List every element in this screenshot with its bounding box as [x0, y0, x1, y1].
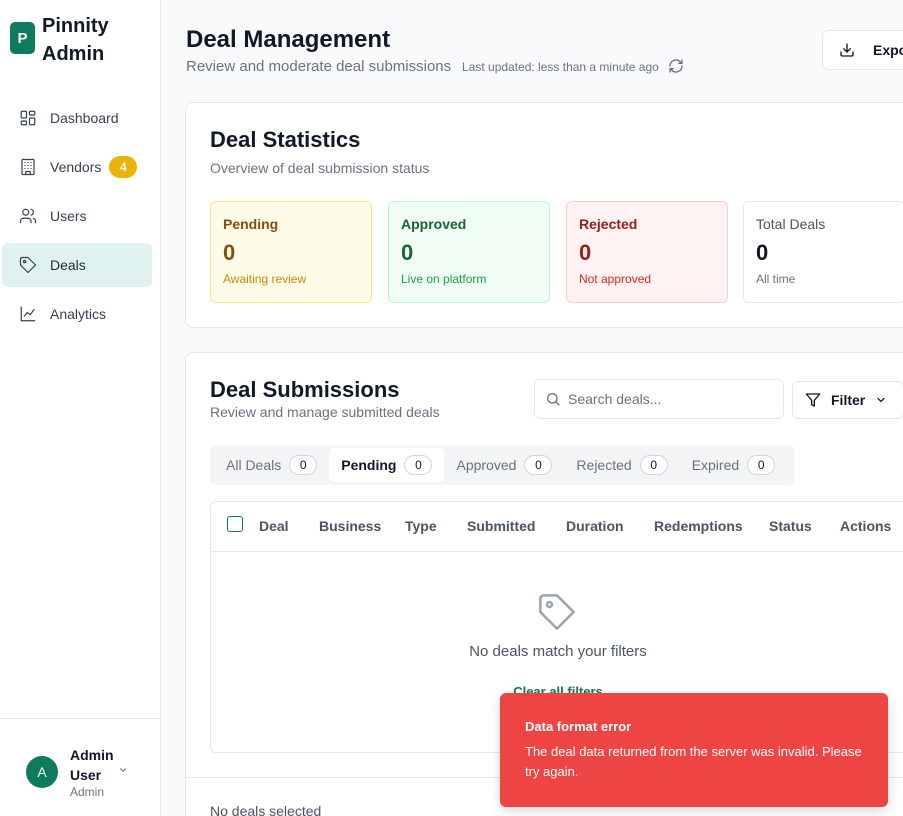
brand-name: Pinnity Admin — [42, 15, 109, 65]
tab-label: Approved — [456, 457, 517, 473]
column-header-type[interactable]: Type — [405, 518, 437, 534]
toast-title: Data format error — [525, 719, 632, 734]
users-icon — [18, 206, 38, 226]
stats-title: Deal Statistics — [210, 127, 361, 152]
tab-approved[interactable]: Approved 0 — [444, 448, 564, 482]
tag-icon — [539, 594, 575, 630]
tab-count: 0 — [524, 455, 553, 475]
submissions-title: Deal Submissions — [210, 377, 400, 402]
stat-total: Total Deals 0 All time — [743, 201, 903, 303]
sidebar-item-vendors[interactable]: Vendors 4 — [2, 145, 152, 189]
search-box[interactable] — [534, 379, 784, 419]
sidebar-item-users[interactable]: Users — [2, 194, 152, 238]
column-header-actions: Actions — [840, 518, 892, 534]
tab-count: 0 — [639, 455, 668, 475]
tab-label: Expired — [691, 457, 740, 473]
stat-label: Rejected — [579, 216, 638, 232]
stat-label: Total Deals — [756, 216, 826, 232]
table-header: Deal Business Type Submitted Duration Re… — [211, 502, 903, 552]
column-header-business[interactable]: Business — [319, 518, 381, 534]
tab-expired[interactable]: Expired 0 — [680, 448, 787, 482]
tab-label: Pending — [341, 457, 397, 473]
stat-desc: Live on platform — [401, 272, 487, 286]
tab-count: 0 — [289, 455, 318, 475]
column-header-submitted[interactable]: Submitted — [467, 518, 535, 534]
sidebar-item-analytics[interactable]: Analytics — [2, 292, 152, 336]
stat-desc: All time — [756, 272, 796, 286]
user-role: Admin — [70, 785, 105, 799]
user-name: Admin User — [70, 747, 114, 783]
page-title: Deal Management — [186, 26, 391, 53]
column-header-redemptions[interactable]: Redemptions — [654, 518, 743, 534]
stat-rejected: Rejected 0 Not approved — [566, 201, 728, 303]
stat-desc: Awaiting review — [223, 272, 307, 286]
sidebar-item-label: Analytics — [50, 306, 107, 322]
download-icon — [840, 43, 854, 57]
tab-count: 0 — [747, 455, 776, 475]
vendors-count-badge: 4 — [109, 156, 138, 178]
column-header-duration[interactable]: Duration — [566, 518, 624, 534]
tab-label: All Deals — [226, 457, 282, 473]
tag-icon — [18, 255, 38, 275]
filter-icon — [805, 393, 821, 407]
stat-pending: Pending 0 Awaiting review — [210, 201, 372, 303]
search-icon — [547, 393, 560, 406]
page-subtitle: Review and moderate deal submissions — [186, 58, 452, 75]
sidebar-item-dashboard[interactable]: Dashboard — [2, 96, 152, 140]
sidebar: P Pinnity Admin Dashboard Vendors 4 User… — [0, 0, 161, 816]
error-toast[interactable]: Data format error The deal data returned… — [500, 693, 888, 807]
stat-value: 0 — [579, 240, 592, 265]
sidebar-item-label: Vendors — [50, 159, 102, 175]
filter-button[interactable]: Filter — [792, 381, 903, 419]
brand[interactable]: P Pinnity Admin — [10, 12, 132, 68]
tab-all-deals[interactable]: All Deals 0 — [214, 448, 329, 482]
last-updated-text: Last updated: less than a minute ago — [462, 60, 659, 74]
chevron-down-icon — [877, 397, 885, 403]
sidebar-item-label: Dashboard — [50, 110, 119, 126]
refresh-icon[interactable] — [668, 58, 684, 74]
deal-statistics-card: Deal Statistics Overview of deal submiss… — [185, 102, 903, 328]
brand-logo: P — [10, 22, 35, 54]
column-header-status[interactable]: Status — [769, 518, 812, 534]
tab-rejected[interactable]: Rejected 0 — [564, 448, 679, 482]
user-menu[interactable]: A Admin User Admin — [0, 718, 160, 816]
stats-subtitle: Overview of deal submission status — [210, 160, 430, 176]
submissions-subtitle: Review and manage submitted deals — [210, 404, 440, 420]
filter-label: Filter — [831, 392, 866, 408]
tab-label: Rejected — [576, 457, 632, 473]
empty-state-text: No deals match your filters — [469, 643, 647, 660]
stat-value: 0 — [223, 240, 236, 265]
toast-message: The deal data returned from the server w… — [525, 744, 862, 779]
stat-value: 0 — [756, 240, 769, 265]
stat-label: Approved — [401, 216, 467, 232]
column-header-deal[interactable]: Deal — [259, 518, 289, 534]
select-all-checkbox[interactable] — [227, 516, 243, 532]
status-tabs: All Deals 0 Pending 0 Approved 0 Rejecte… — [210, 445, 794, 485]
selection-status: No deals selected — [210, 803, 322, 816]
export-label: Export — [873, 42, 903, 58]
sidebar-item-label: Users — [50, 208, 87, 224]
sidebar-nav: Dashboard Vendors 4 Users Deals Analytic… — [2, 96, 152, 341]
sidebar-item-label: Deals — [50, 257, 86, 273]
stat-value: 0 — [401, 240, 414, 265]
tab-pending[interactable]: Pending 0 — [329, 448, 445, 482]
grid-icon — [18, 108, 38, 128]
chart-line-icon — [18, 304, 38, 324]
stat-approved: Approved 0 Live on platform — [388, 201, 550, 303]
stat-desc: Not approved — [579, 272, 652, 286]
tab-count: 0 — [404, 455, 433, 475]
building-icon — [18, 157, 38, 177]
chevron-down-icon — [119, 768, 127, 772]
search-input[interactable] — [568, 391, 768, 407]
export-button[interactable]: Export — [822, 30, 903, 70]
sidebar-item-deals[interactable]: Deals — [2, 243, 152, 287]
stat-label: Pending — [223, 216, 279, 232]
avatar: A — [26, 756, 58, 788]
